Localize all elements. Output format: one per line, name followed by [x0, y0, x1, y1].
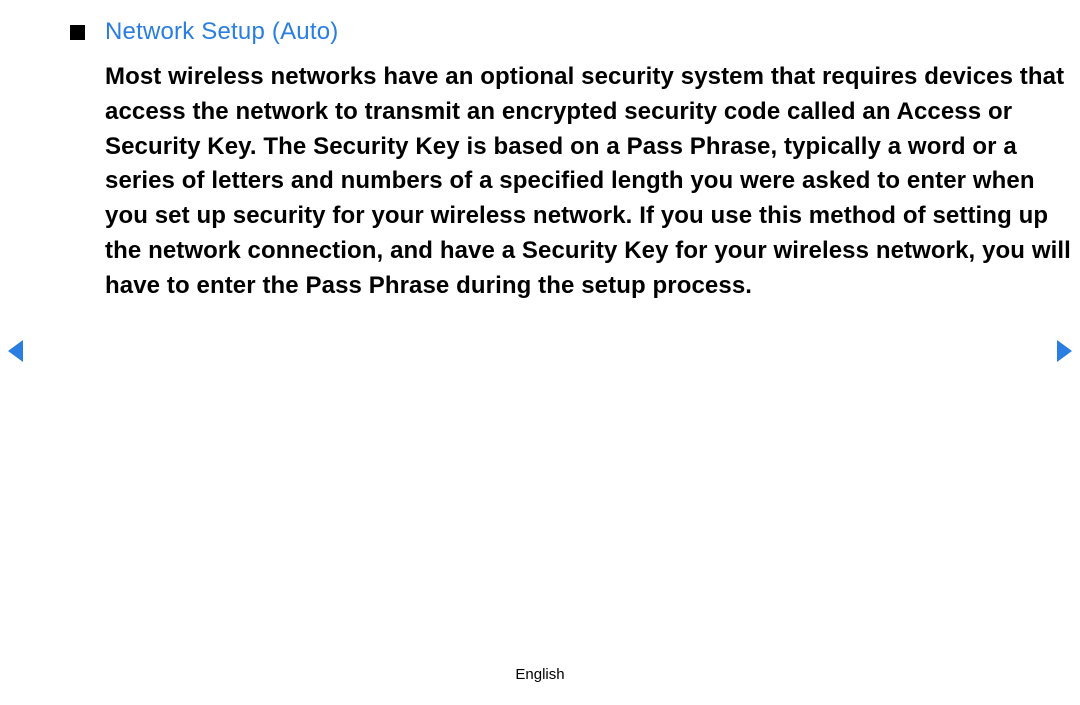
section-heading: Network Setup (Auto) — [105, 18, 338, 46]
bullet-icon — [70, 25, 85, 40]
chevron-left-icon — [8, 340, 26, 362]
footer-language: English — [0, 666, 1080, 683]
next-page-button[interactable] — [1054, 340, 1072, 362]
prev-page-button[interactable] — [8, 340, 26, 362]
content-area: Network Setup (Auto) Most wireless netwo… — [0, 0, 1080, 304]
body-paragraph: Most wireless networks have an optional … — [70, 60, 1080, 304]
chevron-right-icon — [1054, 340, 1072, 362]
heading-row: Network Setup (Auto) — [70, 18, 1080, 46]
